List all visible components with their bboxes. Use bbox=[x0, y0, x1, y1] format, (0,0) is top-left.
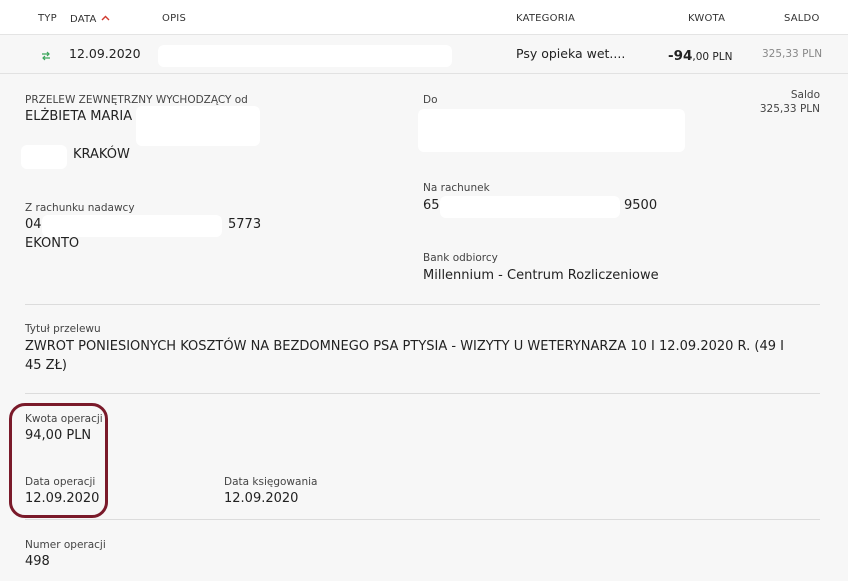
transaction-details-panel: PRZELEW ZEWNĘTRZNY WYCHODZĄCY od ELŻBIET… bbox=[0, 74, 848, 581]
column-kwota[interactable]: KWOTA bbox=[688, 13, 725, 24]
column-saldo[interactable]: SALDO bbox=[784, 13, 820, 24]
redacted-sender-name bbox=[136, 106, 260, 146]
transfer-type-label: PRZELEW ZEWNĘTRZNY WYCHODZĄCY od bbox=[25, 94, 248, 106]
column-typ[interactable]: TYP bbox=[38, 13, 57, 24]
column-kategoria[interactable]: KATEGORIA bbox=[516, 13, 575, 24]
sender-city: KRAKÓW bbox=[73, 147, 130, 162]
redacted-description bbox=[158, 45, 452, 67]
saldo-label: Saldo bbox=[790, 89, 820, 101]
operation-number-value: 498 bbox=[25, 554, 50, 569]
recipient-account-prefix: 65 bbox=[423, 198, 440, 213]
sender-account-label: Z rachunku nadawcy bbox=[25, 202, 135, 214]
operation-number-label: Numer operacji bbox=[25, 539, 106, 551]
amount-main: -94 bbox=[668, 48, 693, 64]
sender-account-name: EKONTO bbox=[25, 236, 80, 251]
sender-account-suffix: 5773 bbox=[228, 217, 262, 232]
column-opis[interactable]: OPIS bbox=[162, 13, 186, 24]
column-data-label: DATA bbox=[70, 14, 97, 25]
transaction-category: Psy opieka wet.... bbox=[516, 46, 626, 61]
section-divider bbox=[25, 519, 820, 520]
highlight-annotation-box bbox=[9, 403, 108, 518]
recipient-label: Do bbox=[423, 94, 438, 106]
recipient-account-label: Na rachunek bbox=[423, 182, 490, 194]
saldo-value: 325,33 PLN bbox=[759, 103, 820, 115]
table-row[interactable]: 12.09.2020 Psy opieka wet.... -94,00 PLN… bbox=[0, 35, 848, 74]
redacted-recipient-account bbox=[440, 196, 620, 218]
sort-ascending-icon[interactable] bbox=[101, 13, 110, 24]
sender-name: ELŻBIETA MARIA bbox=[25, 109, 133, 124]
booking-date-label: Data księgowania bbox=[224, 476, 318, 488]
transaction-history-view: TYP DATA OPIS KATEGORIA KWOTA SALDO 12.0… bbox=[0, 0, 848, 581]
recipient-bank-value: Millennium - Centrum Rozliczeniowe bbox=[423, 268, 659, 283]
section-divider bbox=[25, 304, 820, 305]
recipient-bank-label: Bank odbiorcy bbox=[423, 252, 498, 264]
column-data-sortable[interactable]: DATA bbox=[70, 13, 110, 25]
transfer-arrows-icon bbox=[40, 47, 52, 66]
transfer-title-line-2: 45 ZŁ) bbox=[25, 358, 67, 373]
section-divider bbox=[25, 393, 820, 394]
recipient-account-suffix: 9500 bbox=[624, 198, 658, 213]
redacted-sender-address bbox=[21, 145, 67, 169]
sender-account-prefix: 04 bbox=[25, 217, 42, 232]
transfer-title-label: Tytuł przelewu bbox=[25, 323, 101, 335]
booking-date-value: 12.09.2020 bbox=[224, 491, 299, 506]
redacted-recipient bbox=[418, 109, 685, 152]
transaction-balance: 325,33 PLN bbox=[762, 48, 823, 60]
transfer-title-line-1: ZWROT PONIESIONYCH KOSZTÓW NA BEZDOMNEGO… bbox=[25, 339, 784, 354]
table-header: TYP DATA OPIS KATEGORIA KWOTA SALDO bbox=[0, 0, 848, 35]
transaction-amount: -94,00 PLN bbox=[668, 45, 732, 64]
transaction-date: 12.09.2020 bbox=[69, 46, 141, 61]
amount-fraction: ,00 PLN bbox=[692, 51, 733, 63]
redacted-sender-account bbox=[42, 215, 222, 237]
